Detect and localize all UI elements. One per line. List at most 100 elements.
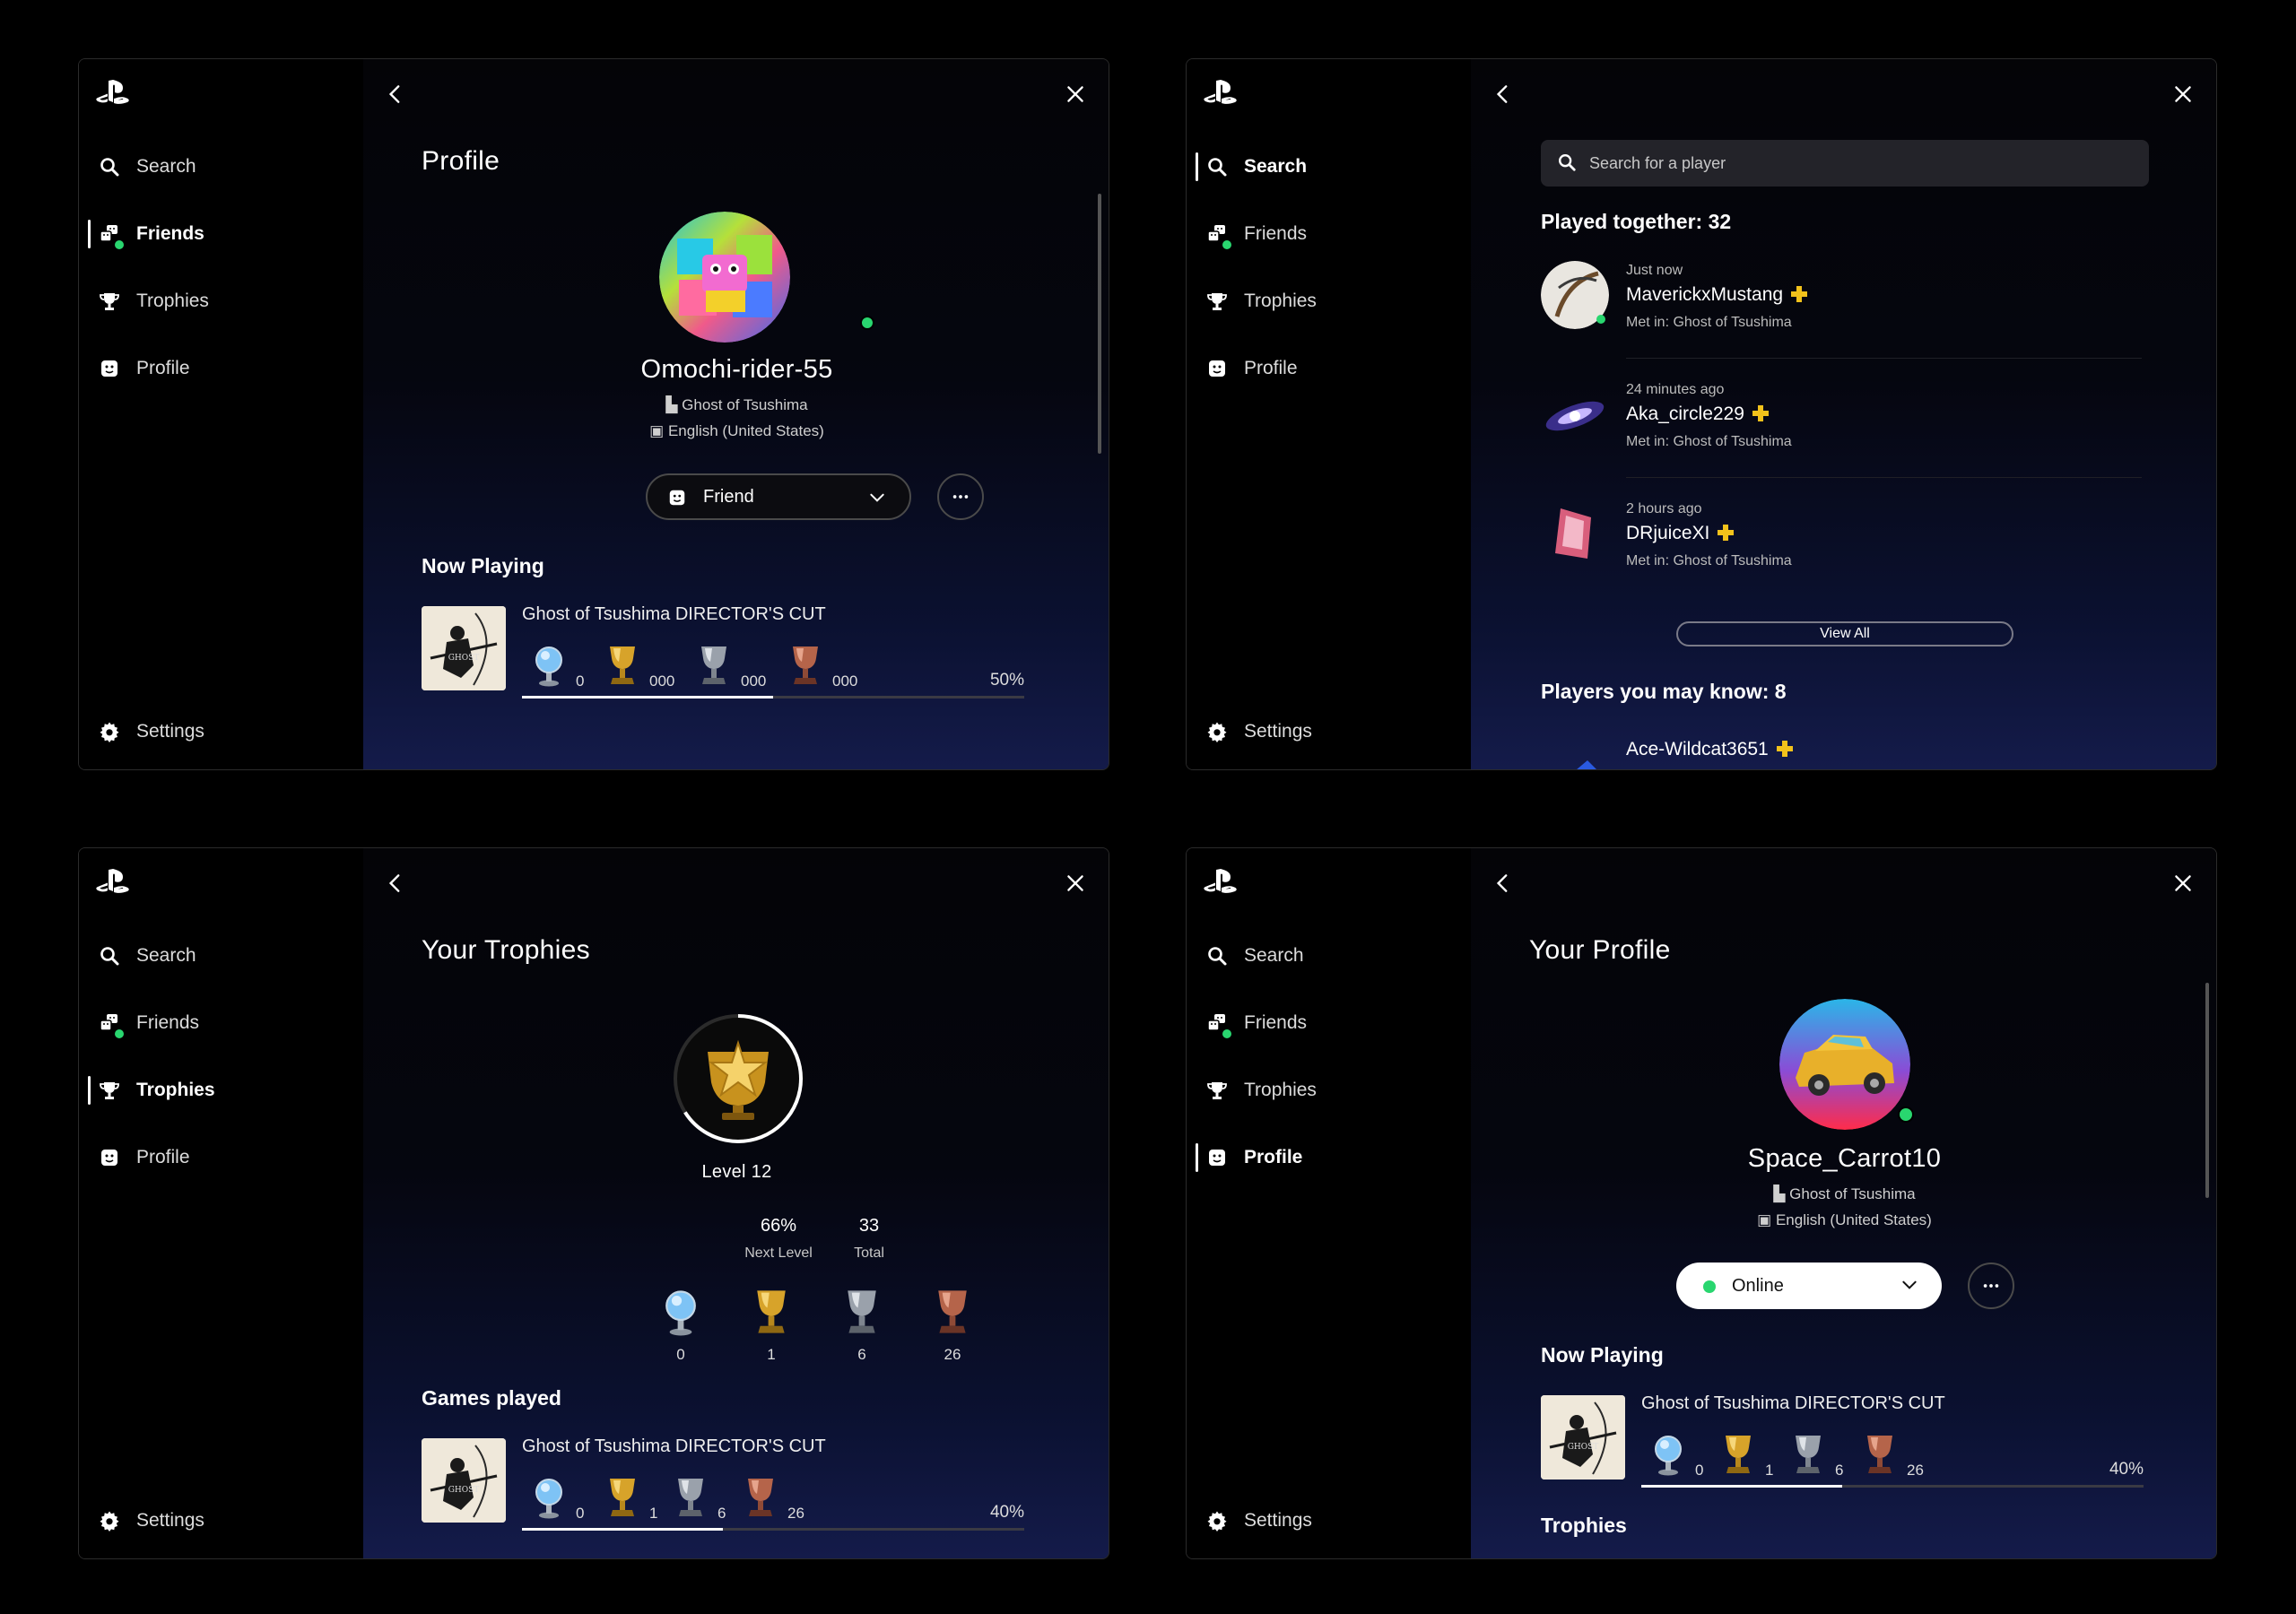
gold-count: 1 [1765,1462,1774,1479]
online-status-label: Online [1732,1275,1784,1296]
nav-label: Trophies [1244,291,1317,311]
trophy-level-ring [674,1014,803,1143]
silver-trophy-icon [1790,1433,1826,1476]
nav-item-trophies[interactable]: Trophies [79,283,348,319]
game-thumbnail[interactable] [422,606,506,690]
progress-fill [1641,1485,1842,1488]
now-playing-heading: Now Playing [1541,1343,1664,1367]
silver-trophy-icon [673,1476,709,1519]
nav-item-trophies[interactable]: Trophies [79,1072,348,1108]
met-in: Met in: Ghost of Tsushima [1626,553,1792,568]
nav-item-friends[interactable]: Friends [79,1005,348,1041]
nav-item-search[interactable]: Search [79,149,348,185]
nav-item-profile[interactable]: Profile [79,351,348,386]
nav-label: Settings [136,1510,204,1531]
silver-trophy-icon [696,644,732,687]
player-list-item[interactable]: 2 hours ago DRjuiceXI Met in: Ghost of T… [1541,490,2142,598]
language-label: English (United States) [1775,1211,1932,1228]
platinum-trophy-icon [531,644,567,687]
trophy-progress-row: 0 1 6 26 40% [522,1476,1024,1531]
total-label: Total [854,1245,884,1261]
player-name: MaverickxMustang [1626,284,1808,306]
nav-item-settings[interactable]: Settings [1187,1503,1456,1539]
nav-item-trophies[interactable]: Trophies [1187,283,1456,319]
close-icon[interactable] [2171,872,2195,895]
player-list-item[interactable]: Just now MaverickxMustang Met in: Ghost … [1541,252,2142,360]
main-content: Your Trophies Level 12 66% Next Level 33… [363,848,1109,1558]
progress-percent: 50% [989,671,1024,690]
nav-item-friends[interactable]: Friends [1187,1005,1456,1041]
nav-item-friends[interactable]: Friends [1187,216,1456,252]
playstation-logo-icon [1203,868,1239,895]
progress-bar [522,1528,1024,1531]
trophies-panel: Search Friends Trophies Profile Settings… [78,847,1109,1559]
nav-label: Profile [136,358,190,378]
game-thumbnail[interactable] [1541,1395,1625,1480]
online-status-dropdown[interactable]: Online [1676,1263,1942,1309]
back-chevron-icon[interactable] [1492,82,1515,106]
bronze-count: 26 [1907,1462,1924,1479]
player-name-label: DRjuiceXI [1626,523,1710,543]
player-list-item[interactable]: Ace-Wildcat3651 [1541,723,2142,769]
trophy-progress-row: 0 1 6 26 40% [1641,1433,2144,1488]
player-list-item[interactable]: 24 minutes ago Aka_circle229 Met in: Gho… [1541,371,2142,479]
avatar [659,212,790,343]
game-title[interactable]: Ghost of Tsushima DIRECTOR'S CUT [522,1436,826,1457]
last-met-time: 2 hours ago [1626,501,1702,516]
gear-icon [1206,721,1228,742]
nav-item-settings[interactable]: Settings [79,1503,348,1539]
nav-item-search[interactable]: Search [1187,149,1456,185]
more-options-button[interactable] [937,473,984,520]
player-name: Aka_circle229 [1626,404,1770,425]
profile-icon [1206,1147,1228,1168]
close-icon[interactable] [2171,82,2195,106]
game-title[interactable]: Ghost of Tsushima DIRECTOR'S CUT [522,604,826,625]
nav-item-friends[interactable]: Friends [79,216,348,252]
nav-label: Profile [136,1147,190,1167]
nav-item-settings[interactable]: Settings [79,714,348,750]
nav-item-settings[interactable]: Settings [1187,714,1456,750]
close-icon[interactable] [1064,872,1087,895]
bronze-trophy-icon [787,644,823,687]
platinum-trophy-icon [660,1288,701,1336]
player-name: DRjuiceXI [1626,523,1735,544]
scrollbar[interactable] [2205,983,2209,1198]
nav-item-search[interactable]: Search [1187,938,1456,974]
nav-item-profile[interactable]: Profile [1187,351,1456,386]
bronze-count: 000 [832,672,858,690]
main-content: Your Profile Space_Carrot10 ▙ Ghost of T… [1471,848,2216,1558]
nav-item-trophies[interactable]: Trophies [1187,1072,1456,1108]
ps-plus-icon [1752,404,1770,422]
platinum-count: 0 [576,1505,585,1522]
nav-item-profile[interactable]: Profile [79,1140,348,1176]
playstation-logo-icon [95,79,131,106]
player-search-input[interactable]: Search for a player [1541,140,2149,187]
played-together-heading: Played together: 32 [1541,210,1732,233]
bronze-trophy-icon [1862,1433,1898,1476]
scrollbar[interactable] [1098,194,1101,454]
nav-item-search[interactable]: Search [79,938,348,974]
more-options-button[interactable] [1968,1263,2014,1309]
back-chevron-icon[interactable] [384,872,407,895]
language: ▣ English (United States) [1757,1211,1932,1228]
profile-icon [1206,358,1228,379]
nav-label: Profile [1244,1147,1303,1167]
nav-item-profile[interactable]: Profile [1187,1140,1456,1176]
back-chevron-icon[interactable] [384,82,407,106]
view-all-button[interactable]: View All [1676,621,2013,646]
game-title[interactable]: Ghost of Tsushima DIRECTOR'S CUT [1641,1393,1945,1414]
nav-label: Settings [1244,721,1312,742]
search-panel: Search Friends Trophies Profile Settings… [1186,58,2217,770]
nav-label: Trophies [136,1080,215,1100]
nav-label: Settings [1244,1510,1312,1531]
more-icon [1981,1276,2001,1296]
online-indicator [1222,240,1231,249]
game-thumbnail[interactable] [422,1438,506,1523]
back-chevron-icon[interactable] [1492,872,1515,895]
gear-icon [99,1510,120,1532]
player-name: Ace-Wildcat3651 [1626,739,1794,760]
total-stat: 33 Total [815,1216,923,1262]
friend-status-dropdown[interactable]: Friend [646,473,911,520]
chevron-down-icon [868,489,886,507]
close-icon[interactable] [1064,82,1087,106]
